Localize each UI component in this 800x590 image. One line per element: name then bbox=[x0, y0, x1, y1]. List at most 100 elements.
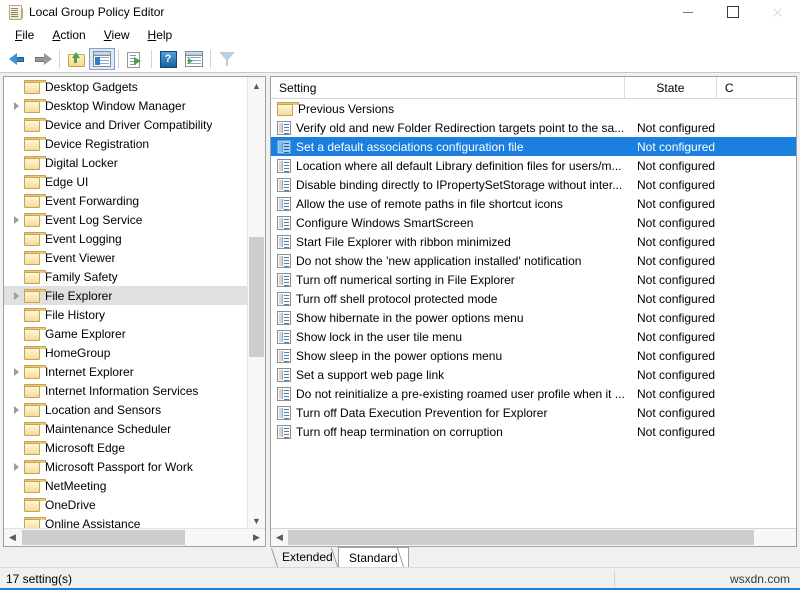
expand-chevron-icon[interactable] bbox=[8, 212, 24, 228]
list-hscroll-thumb[interactable] bbox=[288, 530, 754, 545]
setting-name-label: Turn off numerical sorting in File Explo… bbox=[296, 273, 515, 287]
chevron-left-icon[interactable]: ◀ bbox=[4, 529, 21, 546]
window-title: Local Group Policy Editor bbox=[29, 5, 164, 19]
expand-chevron-icon[interactable] bbox=[8, 459, 24, 475]
setting-cell: Allow the use of remote paths in file sh… bbox=[271, 197, 629, 211]
menu-action[interactable]: Action bbox=[43, 26, 94, 44]
state-cell: Not configured bbox=[629, 178, 722, 192]
expand-chevron-icon[interactable] bbox=[8, 364, 24, 380]
maximize-button[interactable] bbox=[710, 0, 755, 24]
setting-name-label: Location where all default Library defin… bbox=[296, 159, 622, 173]
policy-icon bbox=[277, 349, 291, 363]
tree-item-location-and-sensors[interactable]: Location and Sensors bbox=[4, 400, 248, 419]
menu-help[interactable]: Help bbox=[139, 26, 182, 44]
column-header-c[interactable]: C bbox=[717, 77, 796, 98]
tree-indent-spacer bbox=[8, 421, 24, 437]
table-row[interactable]: Set a support web page linkNot configure… bbox=[271, 365, 796, 384]
up-one-level-button[interactable] bbox=[63, 48, 89, 70]
tree-item-family-safety[interactable]: Family Safety bbox=[4, 267, 248, 286]
setting-name-label: Configure Windows SmartScreen bbox=[296, 216, 473, 230]
table-row[interactable]: Do not reinitialize a pre-existing roame… bbox=[271, 384, 796, 403]
tree-item-event-forwarding[interactable]: Event Forwarding bbox=[4, 191, 248, 210]
chevron-up-icon[interactable]: ▲ bbox=[248, 77, 265, 94]
table-row[interactable]: Turn off Data Execution Prevention for E… bbox=[271, 403, 796, 422]
chevron-left-icon[interactable]: ◀ bbox=[271, 529, 288, 546]
close-button[interactable] bbox=[755, 0, 800, 24]
table-row[interactable]: Turn off heap termination on corruptionN… bbox=[271, 422, 796, 441]
chevron-down-icon[interactable]: ▼ bbox=[248, 512, 265, 529]
table-row[interactable]: Show sleep in the power options menuNot … bbox=[271, 346, 796, 365]
tree-item-netmeeting[interactable]: NetMeeting bbox=[4, 476, 248, 495]
tree-item-edge-ui[interactable]: Edge UI bbox=[4, 172, 248, 191]
tree-item-onedrive[interactable]: OneDrive bbox=[4, 495, 248, 514]
tree-item-microsoft-edge[interactable]: Microsoft Edge bbox=[4, 438, 248, 457]
state-cell: Not configured bbox=[629, 216, 722, 230]
tree-item-device-registration[interactable]: Device Registration bbox=[4, 134, 248, 153]
tree-item-file-explorer[interactable]: File Explorer bbox=[4, 286, 248, 305]
back-arrow-icon bbox=[9, 53, 26, 66]
table-row[interactable]: Previous Versions bbox=[271, 99, 796, 118]
tree-vscroll-thumb[interactable] bbox=[249, 237, 264, 357]
list-horizontal-scrollbar[interactable]: ◀ bbox=[271, 528, 796, 546]
table-row[interactable]: Location where all default Library defin… bbox=[271, 156, 796, 175]
tree-item-device-and-driver-compatibility[interactable]: Device and Driver Compatibility bbox=[4, 115, 248, 134]
tree-item-event-logging[interactable]: Event Logging bbox=[4, 229, 248, 248]
table-row[interactable]: Configure Windows SmartScreen Not configu… bbox=[271, 213, 796, 232]
tree-item-internet-information-services[interactable]: Internet Information Services bbox=[4, 381, 248, 400]
tree-item-homegroup[interactable]: HomeGroup bbox=[4, 343, 248, 362]
expand-chevron-icon[interactable] bbox=[8, 402, 24, 418]
column-header-state[interactable]: State bbox=[625, 77, 717, 98]
menu-view[interactable]: View bbox=[95, 26, 139, 44]
tree-vertical-scrollbar[interactable]: ▲ ▼ bbox=[247, 77, 265, 529]
help-button[interactable]: ? bbox=[155, 48, 181, 70]
settings-list-pane: SettingStateC Previous Versions Verify ol… bbox=[270, 76, 797, 547]
tree-item-game-explorer[interactable]: Game Explorer bbox=[4, 324, 248, 343]
show-hide-console-tree-button[interactable] bbox=[89, 48, 115, 70]
table-row[interactable]: Turn off shell protocol protected modeNo… bbox=[271, 289, 796, 308]
tree-item-event-log-service[interactable]: Event Log Service bbox=[4, 210, 248, 229]
expand-chevron-icon[interactable] bbox=[8, 288, 24, 304]
table-row[interactable]: Start File Explorer with ribbon minimize… bbox=[271, 232, 796, 251]
table-row[interactable]: Allow the use of remote paths in file sh… bbox=[271, 194, 796, 213]
folder-icon bbox=[24, 384, 40, 397]
tree-item-maintenance-scheduler[interactable]: Maintenance Scheduler bbox=[4, 419, 248, 438]
setting-name-label: Show sleep in the power options menu bbox=[296, 349, 502, 363]
filter-button[interactable] bbox=[214, 48, 240, 70]
table-row[interactable]: Disable binding directly to IPropertySet… bbox=[271, 175, 796, 194]
policy-icon bbox=[277, 425, 291, 439]
tree-item-internet-explorer[interactable]: Internet Explorer bbox=[4, 362, 248, 381]
tree-items-container: Desktop GadgetsDesktop Window ManagerDev… bbox=[4, 77, 248, 529]
tree-item-desktop-window-manager[interactable]: Desktop Window Manager bbox=[4, 96, 248, 115]
setting-name-label: Verify old and new Folder Redirection ta… bbox=[296, 121, 624, 135]
table-row[interactable]: Do not show the 'new application install… bbox=[271, 251, 796, 270]
setting-cell: Location where all default Library defin… bbox=[271, 159, 629, 173]
tree-horizontal-scrollbar[interactable]: ◀ ▶ bbox=[4, 528, 265, 546]
minimize-button[interactable] bbox=[665, 0, 710, 24]
tree-item-event-viewer[interactable]: Event Viewer bbox=[4, 248, 248, 267]
table-row[interactable]: Verify old and new Folder Redirection ta… bbox=[271, 118, 796, 137]
show-hide-action-pane-button[interactable] bbox=[181, 48, 207, 70]
export-list-button[interactable] bbox=[122, 48, 148, 70]
tree-item-digital-locker[interactable]: Digital Locker bbox=[4, 153, 248, 172]
menu-file[interactable]: File bbox=[6, 26, 43, 44]
tree-hscroll-thumb[interactable] bbox=[22, 530, 185, 545]
table-row[interactable]: Show hibernate in the power options menu… bbox=[271, 308, 796, 327]
tree-item-microsoft-passport-for-work[interactable]: Microsoft Passport for Work bbox=[4, 457, 248, 476]
forward-button[interactable] bbox=[30, 48, 56, 70]
chevron-right-icon[interactable]: ▶ bbox=[248, 529, 265, 546]
tree-indent-spacer bbox=[8, 155, 24, 171]
tree-item-desktop-gadgets[interactable]: Desktop Gadgets bbox=[4, 77, 248, 96]
folder-icon bbox=[24, 460, 40, 473]
table-row[interactable]: Turn off numerical sorting in File Explo… bbox=[271, 270, 796, 289]
setting-name-label: Do not show the 'new application install… bbox=[296, 254, 581, 268]
folder-up-icon bbox=[68, 52, 85, 66]
tree-item-file-history[interactable]: File History bbox=[4, 305, 248, 324]
table-row[interactable]: Show lock in the user tile menuNot confi… bbox=[271, 327, 796, 346]
expand-chevron-icon[interactable] bbox=[8, 98, 24, 114]
action-pane-icon bbox=[185, 51, 203, 67]
column-header-setting[interactable]: Setting bbox=[271, 77, 625, 98]
tree-item-online-assistance[interactable]: Online Assistance bbox=[4, 514, 248, 529]
back-button[interactable] bbox=[4, 48, 30, 70]
setting-cell: Turn off numerical sorting in File Explo… bbox=[271, 273, 629, 287]
table-row[interactable]: Set a default associations configuration… bbox=[271, 137, 796, 156]
